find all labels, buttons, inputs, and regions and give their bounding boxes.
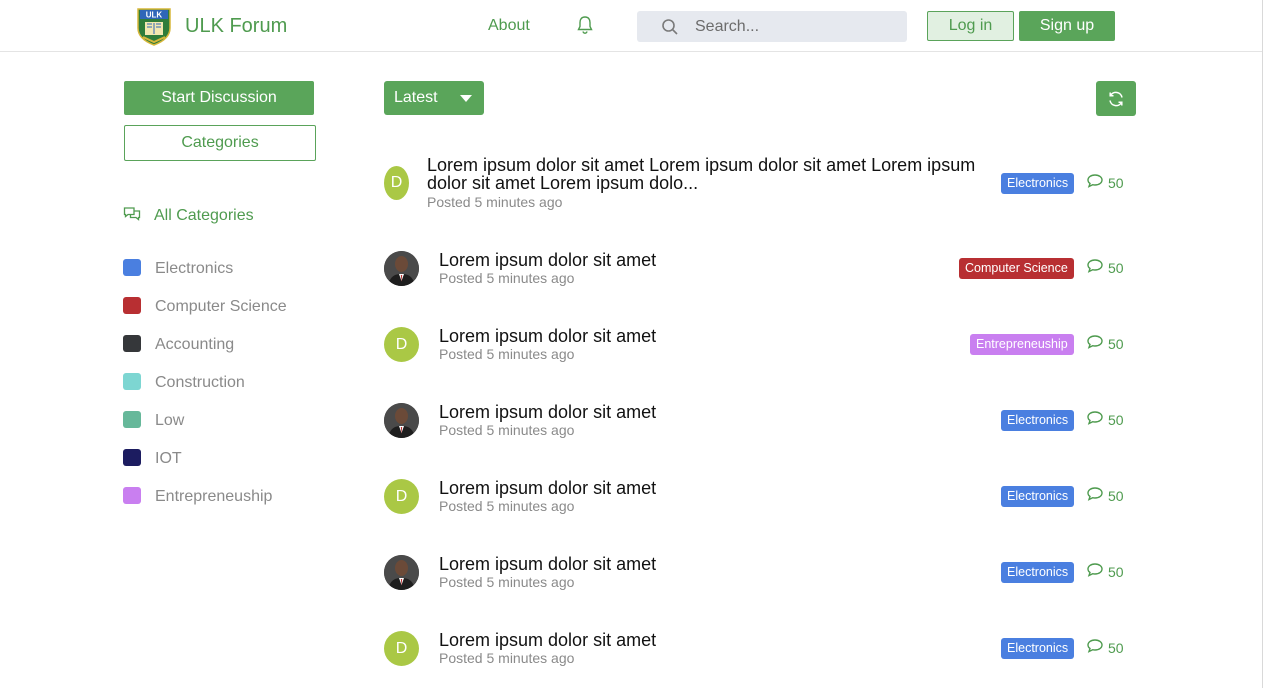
category-badge[interactable]: Electronics xyxy=(1001,486,1075,507)
logo-text: ULK xyxy=(146,11,163,20)
category-item-computer-science[interactable]: Computer Science xyxy=(123,296,343,334)
comment-icon xyxy=(1087,487,1103,501)
user-avatar-photo[interactable] xyxy=(384,251,419,286)
category-badge[interactable]: Electronics xyxy=(1001,638,1075,659)
discussion-row[interactable]: D Lorem ipsum dolor sit amet Posted 5 mi… xyxy=(384,630,1144,674)
category-label: IOT xyxy=(155,450,182,467)
category-label: Low xyxy=(155,412,185,429)
discussion-title[interactable]: Lorem ipsum dolor sit amet Lorem ipsum d… xyxy=(427,156,975,174)
discussion-meta: Posted 5 minutes ago xyxy=(439,270,575,286)
ulk-logo-icon[interactable]: ULK xyxy=(134,6,174,46)
discussion-row[interactable]: Lorem ipsum dolor sit amet Posted 5 minu… xyxy=(384,250,1144,294)
category-item-entrepreneuship[interactable]: Entrepreneuship xyxy=(123,486,343,524)
reply-count-value: 50 xyxy=(1108,488,1124,504)
reply-count-value: 50 xyxy=(1108,175,1124,191)
user-avatar[interactable]: D xyxy=(384,631,419,666)
reply-count-value: 50 xyxy=(1108,640,1124,656)
discussion-title[interactable]: Lorem ipsum dolor sit amet xyxy=(439,479,656,497)
discussion-meta: Posted 5 minutes ago xyxy=(427,194,563,210)
discussion-meta: Posted 5 minutes ago xyxy=(439,498,575,514)
category-badge[interactable]: Computer Science xyxy=(959,258,1074,279)
reply-count-value: 50 xyxy=(1108,336,1124,352)
discussion-title[interactable]: Lorem ipsum dolor sit amet xyxy=(439,327,656,345)
category-badge[interactable]: Entrepreneuship xyxy=(970,334,1074,355)
categories-button[interactable]: Categories xyxy=(124,125,316,161)
caret-down-icon xyxy=(460,95,472,102)
comment-icon xyxy=(1087,639,1103,653)
comment-icon xyxy=(1087,174,1103,188)
comment-icon xyxy=(1087,411,1103,425)
user-avatar-photo[interactable] xyxy=(384,555,419,590)
category-label: Accounting xyxy=(155,336,235,353)
start-discussion-button[interactable]: Start Discussion xyxy=(124,81,314,115)
category-color-swatch xyxy=(123,373,141,390)
discussion-meta: Posted 5 minutes ago xyxy=(439,574,575,590)
category-label: Construction xyxy=(155,374,245,391)
category-color-swatch xyxy=(123,449,141,466)
category-label: Entrepreneuship xyxy=(155,488,273,505)
discussion-meta: Posted 5 minutes ago xyxy=(439,346,575,362)
refresh-icon xyxy=(1109,91,1123,107)
login-button[interactable]: Log in xyxy=(927,11,1014,41)
sort-dropdown-label: Latest xyxy=(394,89,438,106)
category-item-electronics[interactable]: Electronics xyxy=(123,258,343,296)
category-item-iot[interactable]: IOT xyxy=(123,448,343,486)
notifications-bell-icon[interactable] xyxy=(574,14,596,36)
all-categories-label: All Categories xyxy=(154,207,254,224)
category-item-accounting[interactable]: Accounting xyxy=(123,334,343,372)
category-badge[interactable]: Electronics xyxy=(1001,173,1075,194)
category-list: Electronics Computer Science Accounting … xyxy=(123,258,343,524)
refresh-button[interactable] xyxy=(1096,81,1136,116)
discussion-meta: Posted 5 minutes ago xyxy=(439,650,575,666)
user-avatar[interactable]: D xyxy=(384,479,419,514)
category-color-swatch xyxy=(123,487,141,504)
reply-count-value: 50 xyxy=(1108,564,1124,580)
discussion-title-continued[interactable]: dolor sit amet Lorem ipsum dolo... xyxy=(427,174,698,192)
reply-count-value: 50 xyxy=(1108,412,1124,428)
discussion-meta: Posted 5 minutes ago xyxy=(439,422,575,438)
brand-title[interactable]: ULK Forum xyxy=(185,15,287,38)
category-label: Computer Science xyxy=(155,298,287,315)
search-box[interactable] xyxy=(637,11,907,42)
signup-button[interactable]: Sign up xyxy=(1019,11,1115,41)
category-color-swatch xyxy=(123,335,141,352)
top-navbar: ULK ULK Forum About Log in Sign up xyxy=(0,0,1263,52)
sort-dropdown[interactable]: Latest xyxy=(384,81,484,115)
user-avatar[interactable]: D xyxy=(384,327,419,362)
category-badge[interactable]: Electronics xyxy=(1001,410,1075,431)
comment-icon xyxy=(1087,563,1103,577)
category-badge[interactable]: Electronics xyxy=(1001,562,1075,583)
discussion-row[interactable]: Lorem ipsum dolor sit amet Posted 5 minu… xyxy=(384,402,1144,446)
category-color-swatch xyxy=(123,411,141,428)
category-label: Electronics xyxy=(155,260,234,277)
category-item-low[interactable]: Low xyxy=(123,410,343,448)
comment-icon xyxy=(1087,335,1103,349)
reply-count-value: 50 xyxy=(1108,260,1124,276)
comment-icon xyxy=(1087,259,1103,273)
discussion-row[interactable]: D Lorem ipsum dolor sit amet Posted 5 mi… xyxy=(384,478,1144,522)
discussion-title[interactable]: Lorem ipsum dolor sit amet xyxy=(439,631,656,649)
discussion-title[interactable]: Lorem ipsum dolor sit amet xyxy=(439,403,656,421)
category-item-construction[interactable]: Construction xyxy=(123,372,343,410)
search-icon xyxy=(662,19,678,35)
discussion-row[interactable]: D Lorem ipsum dolor sit amet Lorem ipsum… xyxy=(384,155,1144,213)
discussions-icon xyxy=(123,207,141,221)
discussion-title[interactable]: Lorem ipsum dolor sit amet xyxy=(439,555,656,573)
category-color-swatch xyxy=(123,297,141,314)
discussion-row[interactable]: Lorem ipsum dolor sit amet Posted 5 minu… xyxy=(384,554,1144,598)
discussion-row[interactable]: D Lorem ipsum dolor sit amet Posted 5 mi… xyxy=(384,326,1144,370)
search-input[interactable] xyxy=(695,11,900,42)
category-color-swatch xyxy=(123,259,141,276)
user-avatar[interactable]: D xyxy=(384,166,409,200)
user-avatar-photo[interactable] xyxy=(384,403,419,438)
nav-about-link[interactable]: About xyxy=(488,17,530,35)
discussion-title[interactable]: Lorem ipsum dolor sit amet xyxy=(439,251,656,269)
